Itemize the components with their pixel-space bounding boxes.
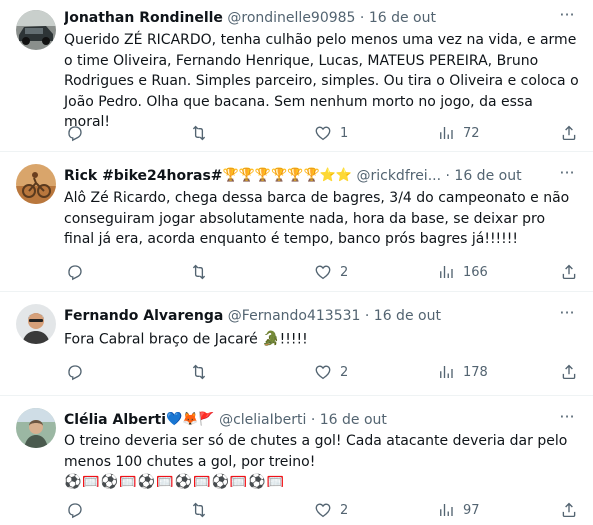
retweet-icon bbox=[190, 263, 208, 281]
more-options-icon[interactable]: ··· bbox=[557, 305, 577, 326]
retweet-icon bbox=[190, 363, 208, 381]
reply-icon bbox=[66, 263, 84, 281]
tweet-text: Fora Cabral braço de Jacaré 🐊!!!!! bbox=[64, 329, 579, 350]
separator-dot: · bbox=[310, 412, 316, 428]
retweet-icon bbox=[190, 124, 208, 142]
like-button[interactable]: 1 bbox=[314, 123, 348, 143]
tweet[interactable]: Fernando Alvarenga @Fernando413531 · 16 … bbox=[0, 292, 593, 396]
views-count: 97 bbox=[463, 502, 480, 518]
heart-icon bbox=[314, 363, 332, 381]
avatar[interactable] bbox=[16, 164, 56, 204]
share-button[interactable] bbox=[560, 500, 578, 520]
reply-icon bbox=[66, 363, 84, 381]
tweet-header: Clélia Alberti💙🦊🚩 @cleliaIberti · 16 de … bbox=[64, 410, 555, 430]
author-name[interactable]: Rick #bike24horas# bbox=[64, 168, 223, 184]
author-name[interactable]: Fernando Alvarenga bbox=[64, 308, 223, 324]
like-button[interactable]: 2 bbox=[314, 500, 348, 520]
retweet-button[interactable] bbox=[190, 123, 208, 143]
tweet-date[interactable]: 16 de out bbox=[369, 10, 436, 26]
views-count: 178 bbox=[463, 364, 488, 380]
retweet-icon bbox=[190, 501, 208, 519]
reply-button[interactable] bbox=[66, 262, 84, 282]
share-button[interactable] bbox=[560, 362, 578, 382]
like-count: 2 bbox=[340, 502, 349, 518]
like-button[interactable]: 2 bbox=[314, 262, 348, 282]
share-icon bbox=[560, 363, 578, 381]
more-options-icon[interactable]: ··· bbox=[557, 7, 577, 28]
more-options-icon[interactable]: ··· bbox=[557, 409, 577, 430]
author-name[interactable]: Clélia Alberti bbox=[64, 412, 166, 428]
share-icon bbox=[560, 124, 578, 142]
tweet-text-part: !!!!! bbox=[279, 331, 308, 348]
author-handle[interactable]: @rickdfrei... bbox=[356, 168, 441, 184]
views-button[interactable]: 97 bbox=[437, 500, 480, 520]
separator-dot: · bbox=[359, 10, 365, 26]
author-handle[interactable]: @cleliaIberti bbox=[219, 412, 306, 428]
more-options-icon[interactable]: ··· bbox=[557, 165, 577, 186]
tweet-text: Querido ZÉ RICARDO, tenha culhão pelo me… bbox=[64, 32, 579, 130]
name-emojis: 🏆🏆🏆🏆🏆🏆⭐⭐ bbox=[222, 168, 353, 183]
tweet-date[interactable]: 16 de out bbox=[320, 412, 387, 428]
views-count: 166 bbox=[463, 264, 488, 280]
tweet-text-part: Fora Cabral braço de Jacaré bbox=[64, 331, 263, 348]
avatar[interactable] bbox=[16, 304, 56, 344]
retweet-button[interactable] bbox=[190, 262, 208, 282]
share-button[interactable] bbox=[560, 262, 578, 282]
tweet-date[interactable]: 16 de out bbox=[374, 308, 441, 324]
tweet-date[interactable]: 16 de out bbox=[454, 168, 521, 184]
heart-icon bbox=[314, 124, 332, 142]
views-icon bbox=[437, 501, 455, 519]
tweet-actions: 2 166 bbox=[64, 262, 581, 282]
name-emojis: 💙🦊🚩 bbox=[166, 412, 215, 427]
tweet-emojis: ⚽🥅⚽🥅⚽🥅⚽🥅⚽🥅⚽🥅 bbox=[64, 474, 286, 490]
tweet-actions: 2 178 bbox=[64, 362, 581, 382]
tweet[interactable]: Rick #bike24horas#🏆🏆🏆🏆🏆🏆⭐⭐ @rickdfrei...… bbox=[0, 152, 593, 292]
retweet-button[interactable] bbox=[190, 500, 208, 520]
views-icon bbox=[437, 363, 455, 381]
heart-icon bbox=[314, 501, 332, 519]
avatar[interactable] bbox=[16, 10, 56, 50]
tweet-header: Fernando Alvarenga @Fernando413531 · 16 … bbox=[64, 306, 555, 326]
separator-dot: · bbox=[445, 168, 450, 184]
views-button[interactable]: 178 bbox=[437, 362, 488, 382]
reply-button[interactable] bbox=[66, 362, 84, 382]
tweet[interactable]: Clélia Alberti💙🦊🚩 @cleliaIberti · 16 de … bbox=[0, 396, 593, 525]
reply-icon bbox=[66, 501, 84, 519]
retweet-button[interactable] bbox=[190, 362, 208, 382]
share-icon bbox=[560, 501, 578, 519]
tweet-text: Alô Zé Ricardo, chega dessa barca de bag… bbox=[64, 190, 570, 247]
views-count: 72 bbox=[463, 125, 480, 141]
avatar[interactable] bbox=[16, 408, 56, 448]
views-button[interactable]: 72 bbox=[437, 123, 480, 143]
tweet-header: Rick #bike24horas#🏆🏆🏆🏆🏆🏆⭐⭐ @rickdfrei...… bbox=[64, 166, 555, 186]
views-icon bbox=[437, 124, 455, 142]
share-icon bbox=[560, 263, 578, 281]
like-count: 2 bbox=[340, 264, 349, 280]
author-handle[interactable]: @rondinelle90985 bbox=[227, 10, 355, 26]
reply-button[interactable] bbox=[66, 500, 84, 520]
heart-icon bbox=[314, 263, 332, 281]
tweet[interactable]: Jonathan Rondinelle @rondinelle90985 · 1… bbox=[0, 0, 593, 152]
reply-button[interactable] bbox=[66, 123, 84, 143]
author-name[interactable]: Jonathan Rondinelle bbox=[64, 10, 223, 26]
like-button[interactable]: 2 bbox=[314, 362, 348, 382]
reply-icon bbox=[66, 124, 84, 142]
tweet-actions: 1 72 bbox=[64, 123, 581, 143]
like-count: 1 bbox=[340, 125, 349, 141]
separator-dot: · bbox=[364, 308, 370, 324]
views-icon bbox=[437, 263, 455, 281]
crocodile-icon: 🐊 bbox=[262, 331, 280, 347]
author-handle[interactable]: @Fernando413531 bbox=[228, 308, 361, 324]
views-button[interactable]: 166 bbox=[437, 262, 488, 282]
tweet-text: O treino deveria ser só de chutes a gol!… bbox=[64, 433, 568, 470]
tweet-header: Jonathan Rondinelle @rondinelle90985 · 1… bbox=[64, 8, 555, 28]
tweet-actions: 2 97 bbox=[64, 500, 581, 520]
share-button[interactable] bbox=[560, 123, 578, 143]
like-count: 2 bbox=[340, 364, 349, 380]
